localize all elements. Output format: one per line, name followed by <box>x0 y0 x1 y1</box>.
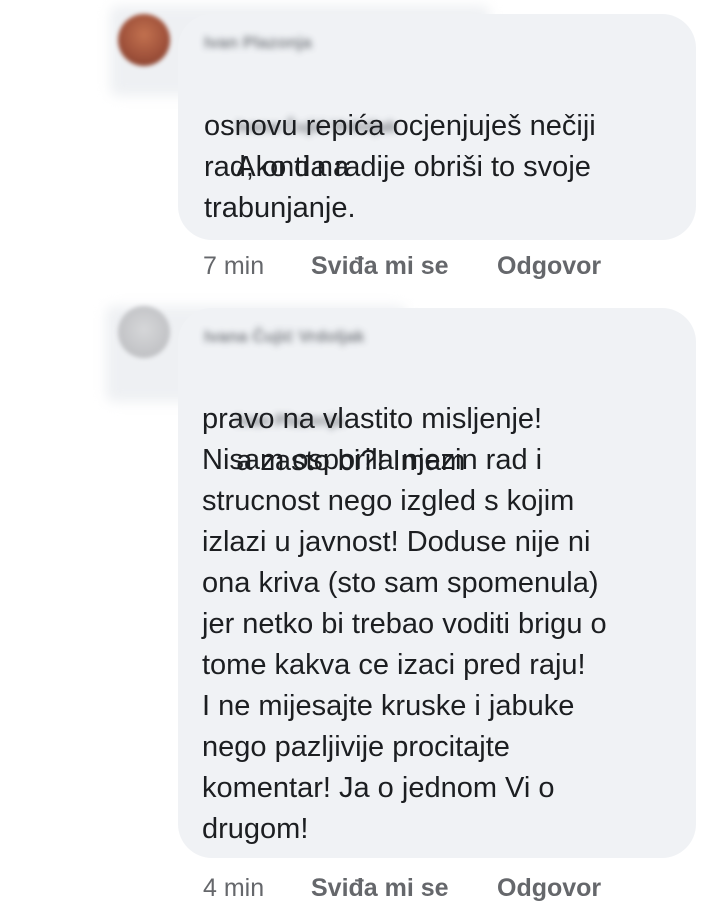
avatar[interactable] <box>118 14 170 66</box>
comment-author[interactable]: Ivan Plazonja <box>204 26 312 60</box>
comment-author[interactable]: Ivana Čujić Vrdoljak <box>204 320 365 354</box>
comment-text-body: pravo na vlastito misljenje! Nisam ospor… <box>202 403 607 845</box>
timestamp[interactable]: 7 min <box>203 252 264 281</box>
reply-button[interactable]: Odgovor <box>497 252 601 281</box>
like-button[interactable]: Sviđa mi se <box>311 874 449 903</box>
comment: Ivan Plazonja Ivana Čujić Vrdoljak Ako t… <box>0 0 720 300</box>
avatar[interactable] <box>118 306 170 358</box>
timestamp[interactable]: 4 min <box>203 874 264 903</box>
reply-button[interactable]: Odgovor <box>497 874 601 903</box>
comment: Ivana Čujić Vrdoljak Ivan Plazonja a zas… <box>0 300 720 910</box>
like-button[interactable]: Sviđa mi se <box>311 252 449 281</box>
comment-text-body: osnovu repića ocjenjuješ nečiji rad, ond… <box>204 110 596 224</box>
